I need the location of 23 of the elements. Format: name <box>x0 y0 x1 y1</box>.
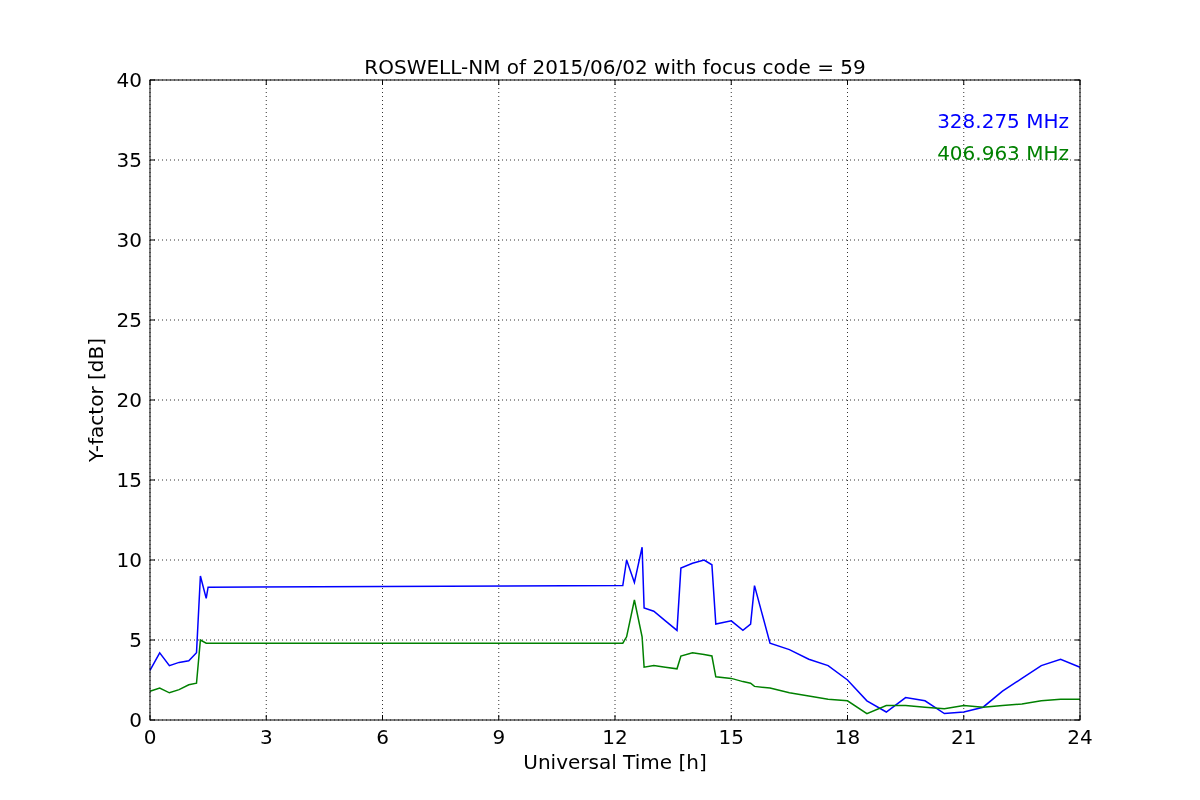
tick-label: 10 <box>116 548 142 572</box>
tick-label: 40 <box>116 68 142 92</box>
tick-label: 20 <box>116 388 142 412</box>
tick-label: 35 <box>116 148 142 172</box>
tick-label: 5 <box>129 628 142 652</box>
tick-label: 15 <box>116 468 142 492</box>
legend-label: 328.275 MHz <box>937 109 1069 133</box>
tick-label: 9 <box>492 725 506 749</box>
tick-label: 6 <box>376 725 389 749</box>
tick-label: 25 <box>116 308 142 332</box>
tick-label: 21 <box>951 725 977 749</box>
tick-label: 24 <box>1067 725 1093 749</box>
tick-label: 12 <box>602 725 628 749</box>
tick-label: 15 <box>718 725 744 749</box>
tick-label: 3 <box>259 725 273 749</box>
tick-label: 0 <box>143 725 157 749</box>
chart-title: ROSWELL-NM of 2015/06/02 with focus code = 59 <box>364 55 866 79</box>
tick-label: 0 <box>129 708 142 732</box>
tick-label: 18 <box>834 725 861 749</box>
x-axis-label: Universal Time [h] <box>523 750 707 774</box>
tick-label: 30 <box>116 228 142 252</box>
y-axis-label: Y-factor [dB] <box>84 338 108 462</box>
legend-label: 406.963 MHz <box>937 141 1069 165</box>
